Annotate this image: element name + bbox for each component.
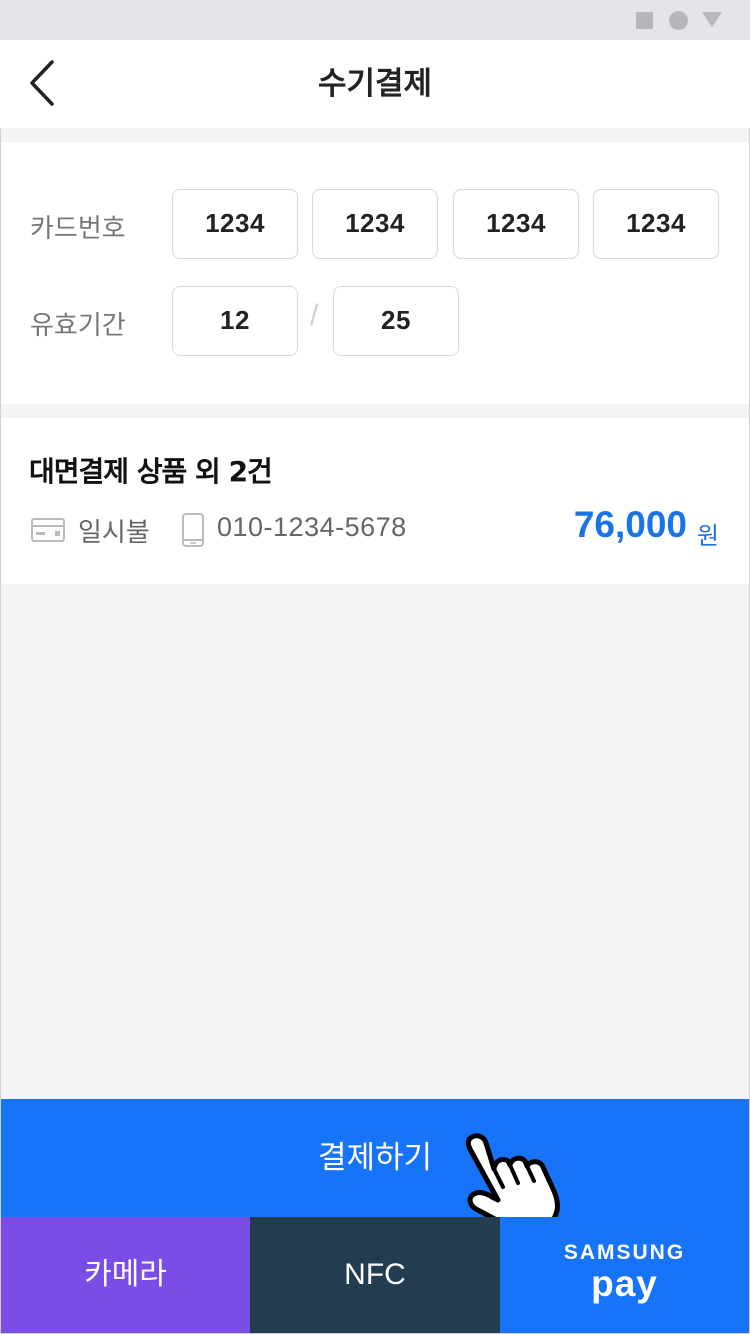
samsung-pay-logo-bottom: pay: [591, 1263, 658, 1304]
card-number-field-1[interactable]: 1234: [172, 189, 298, 259]
card-number-field-2[interactable]: 1234: [312, 189, 438, 259]
order-summary: 대면결제 상품 외 2건 일시불 010-1234-5678 76,000 원: [1, 418, 749, 584]
square-icon: [636, 12, 653, 29]
samsung-pay-logo-top: SAMSUNG: [563, 1241, 686, 1264]
card-input-section: 카드번호 1234 1234 1234 1234 유효기간 12 / 25: [1, 142, 749, 404]
credit-card-icon: [31, 518, 65, 542]
chevron-left-icon: [30, 60, 54, 106]
card-number-field-3[interactable]: 1234: [453, 189, 579, 259]
expiry-separator: /: [310, 299, 319, 332]
phone-icon: [182, 513, 204, 547]
currency-unit: 원: [696, 522, 719, 550]
expiry-label: 유효기간: [30, 311, 126, 341]
card-number-label: 카드번호: [30, 214, 126, 244]
app-header: 수기결제: [0, 40, 750, 128]
triangle-icon: [702, 12, 722, 27]
circle-icon: [669, 11, 688, 30]
card-number-field-4[interactable]: 1234: [593, 189, 719, 259]
pay-button[interactable]: 결제하기: [1, 1099, 749, 1217]
back-button[interactable]: [22, 56, 70, 112]
page-title: 수기결제: [317, 66, 433, 102]
order-title: 대면결제 상품 외 2건: [29, 455, 273, 488]
payment-amount: 76,000: [573, 504, 687, 545]
camera-button[interactable]: 카메라: [1, 1217, 250, 1333]
samsung-pay-button[interactable]: SAMSUNG pay: [500, 1217, 749, 1333]
status-bar: [0, 0, 750, 40]
expiry-year-field[interactable]: 25: [333, 286, 459, 356]
phone-number: 010-1234-5678: [217, 512, 407, 542]
nfc-button[interactable]: NFC: [250, 1217, 500, 1333]
installment-type: 일시불: [78, 518, 150, 548]
expiry-month-field[interactable]: 12: [172, 286, 298, 356]
